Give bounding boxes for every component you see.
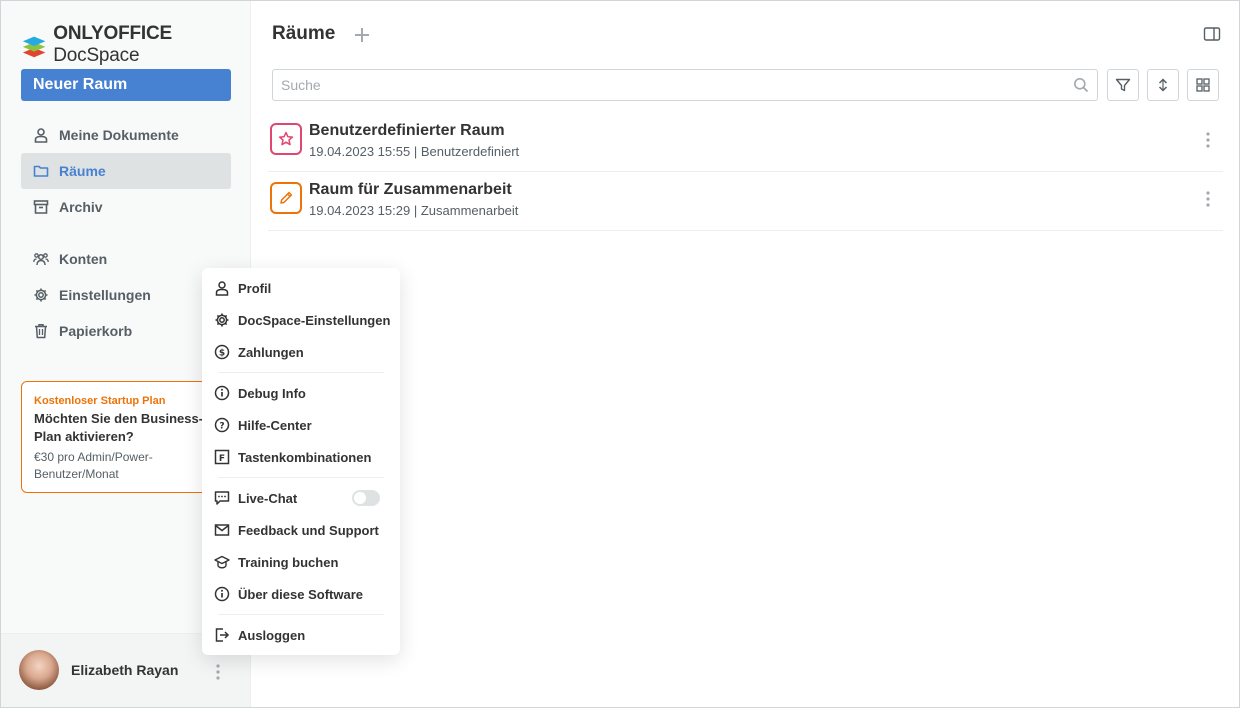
hotkeys-icon: F bbox=[214, 449, 230, 465]
menu-item-label: Über diese Software bbox=[238, 586, 363, 602]
svg-text:F: F bbox=[219, 454, 225, 464]
sidebar-item-label: Räume bbox=[59, 163, 106, 179]
more-vertical-icon[interactable] bbox=[1201, 130, 1215, 150]
user-name: Elizabeth Rayan bbox=[71, 662, 179, 678]
mail-icon bbox=[214, 524, 230, 536]
filter-button[interactable] bbox=[1107, 69, 1139, 101]
promo-title: Kostenloser Startup Plan bbox=[34, 395, 166, 407]
sidebar-item-archive[interactable]: Archiv bbox=[21, 189, 231, 225]
sidebar-item-label: Archiv bbox=[59, 199, 103, 215]
room-type-badge bbox=[270, 182, 302, 214]
payment-icon: $ bbox=[214, 344, 230, 360]
menu-item-feedback[interactable]: Feedback und Support bbox=[202, 514, 400, 546]
search-box bbox=[272, 69, 1098, 101]
menu-item-label: Feedback und Support bbox=[238, 522, 379, 538]
sort-button[interactable] bbox=[1147, 69, 1179, 101]
person-icon bbox=[34, 128, 48, 143]
sidebar-item-label: Konten bbox=[59, 251, 108, 267]
app-logo[interactable]: ONLYOFFICE DocSpace bbox=[21, 23, 250, 67]
more-vertical-icon[interactable] bbox=[211, 662, 225, 682]
menu-item-payments[interactable]: $ Zahlungen bbox=[202, 336, 400, 368]
accounts-icon bbox=[33, 253, 49, 266]
info-icon bbox=[214, 385, 230, 401]
add-icon[interactable] bbox=[352, 25, 372, 45]
live-chat-toggle[interactable] bbox=[352, 490, 380, 506]
promo-headline: Möchten Sie den Business-Plan aktivieren… bbox=[34, 411, 204, 444]
onlyoffice-logo-icon bbox=[22, 36, 46, 58]
menu-item-label: Live-Chat bbox=[238, 490, 298, 506]
promo-text: €30 pro Admin/Power-Benutzer/Monat bbox=[34, 450, 153, 481]
graduation-icon bbox=[214, 555, 230, 569]
folder-icon bbox=[33, 165, 49, 177]
more-vertical-icon[interactable] bbox=[1201, 189, 1215, 209]
menu-item-label: Tastenkombinationen bbox=[238, 449, 372, 465]
menu-item-label: Ausloggen bbox=[238, 627, 306, 643]
search-icon[interactable] bbox=[1073, 77, 1089, 93]
sort-icon bbox=[1158, 78, 1168, 92]
gear-icon bbox=[215, 313, 229, 327]
sidebar-item-label: Einstellungen bbox=[59, 287, 151, 303]
menu-item-hotkeys[interactable]: F Tastenkombinationen bbox=[202, 441, 400, 473]
room-row[interactable]: Benutzerdefinierter Raum 19.04.2023 15:5… bbox=[268, 114, 1223, 172]
page-title: Räume bbox=[272, 23, 336, 44]
menu-item-profile[interactable]: Profil bbox=[202, 272, 400, 304]
menu-item-docspace-settings[interactable]: DocSpace-Einstellungen bbox=[202, 304, 400, 336]
room-type-badge bbox=[270, 123, 302, 155]
logo-text: ONLYOFFICE DocSpace bbox=[53, 23, 172, 66]
menu-item-logout[interactable]: Ausloggen bbox=[202, 619, 400, 651]
menu-separator bbox=[218, 477, 384, 478]
menu-item-label: Zahlungen bbox=[238, 344, 304, 360]
new-room-button[interactable]: Neuer Raum bbox=[21, 69, 231, 101]
filter-icon bbox=[1115, 78, 1131, 92]
menu-separator bbox=[218, 614, 384, 615]
sidebar-item-rooms[interactable]: Räume bbox=[21, 153, 231, 189]
sidebar-item-trash[interactable]: Papierkorb bbox=[21, 313, 231, 349]
room-row[interactable]: Raum für Zusammenarbeit 19.04.2023 15:29… bbox=[268, 173, 1223, 231]
room-meta: 19.04.2023 15:29 | Zusammenarbeit bbox=[309, 203, 519, 218]
chat-icon bbox=[214, 491, 230, 505]
sidebar-item-accounts[interactable]: Konten bbox=[21, 241, 231, 277]
profile-context-menu: Profil DocSpace-Einstellungen $ Zahlunge… bbox=[202, 268, 400, 655]
avatar[interactable] bbox=[19, 650, 59, 690]
info-icon bbox=[214, 586, 230, 602]
grid-view-icon bbox=[1196, 78, 1210, 92]
room-title[interactable]: Benutzerdefinierter Raum bbox=[309, 122, 505, 140]
menu-separator bbox=[218, 372, 384, 373]
menu-item-help-center[interactable]: ? Hilfe-Center bbox=[202, 409, 400, 441]
main-content: Räume Benutzerdefinierter Raum 19.04.202… bbox=[252, 1, 1239, 707]
room-title[interactable]: Raum für Zusammenarbeit bbox=[309, 181, 512, 199]
promo-banner[interactable]: Kostenloser Startup Plan Möchten Sie den… bbox=[21, 381, 221, 493]
search-input[interactable] bbox=[273, 70, 1053, 100]
menu-item-live-chat[interactable]: Live-Chat bbox=[202, 482, 400, 514]
menu-item-about[interactable]: Über diese Software bbox=[202, 578, 400, 610]
person-icon bbox=[215, 281, 229, 296]
logout-icon bbox=[215, 628, 230, 642]
menu-item-label: Hilfe-Center bbox=[238, 417, 312, 433]
svg-text:$: $ bbox=[219, 349, 225, 359]
menu-item-debug-info[interactable]: Debug Info bbox=[202, 377, 400, 409]
star-icon bbox=[278, 131, 294, 146]
menu-item-label: Debug Info bbox=[238, 385, 306, 401]
pencil-icon bbox=[280, 191, 293, 204]
sidebar-item-settings[interactable]: Einstellungen bbox=[21, 277, 231, 313]
menu-item-book-training[interactable]: Training buchen bbox=[202, 546, 400, 578]
menu-item-label: Training buchen bbox=[238, 554, 339, 570]
info-panel-icon[interactable] bbox=[1203, 26, 1221, 42]
svg-text:?: ? bbox=[219, 422, 224, 432]
archive-icon bbox=[33, 200, 49, 214]
help-icon: ? bbox=[214, 417, 230, 433]
gear-icon bbox=[34, 288, 48, 302]
room-meta: 19.04.2023 15:55 | Benutzerdefiniert bbox=[309, 144, 520, 159]
menu-item-label: Profil bbox=[238, 280, 272, 296]
trash-icon bbox=[35, 324, 47, 339]
menu-item-label: DocSpace-Einstellungen bbox=[238, 312, 391, 328]
sidebar-item-label: Papierkorb bbox=[59, 323, 133, 339]
view-toggle-button[interactable] bbox=[1187, 69, 1219, 101]
sidebar-item-label: Meine Dokumente bbox=[59, 127, 179, 143]
sidebar-item-my-documents[interactable]: Meine Dokumente bbox=[21, 117, 231, 153]
